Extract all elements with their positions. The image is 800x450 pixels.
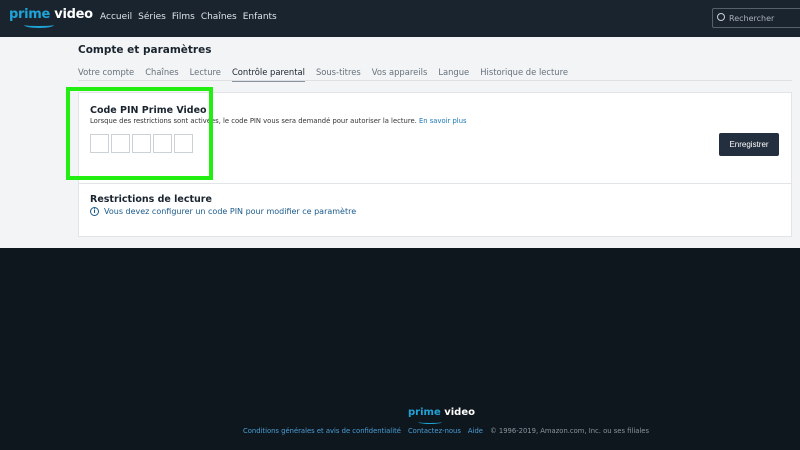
main-nav: Accueil Séries Films Chaînes Enfants: [100, 12, 277, 22]
nav-enfants[interactable]: Enfants: [243, 12, 277, 22]
nav-series[interactable]: Séries: [138, 12, 166, 22]
tabs-divider: [78, 80, 792, 81]
info-icon: i: [90, 207, 99, 216]
restrictions-info: i Vous devez configurer un code PIN pour …: [90, 207, 356, 216]
top-navigation-bar: prime video Accueil Séries Films Chaînes…: [0, 0, 800, 37]
highlight-box: [66, 87, 213, 180]
nav-accueil[interactable]: Accueil: [100, 12, 132, 22]
search-input[interactable]: Rechercher: [712, 8, 800, 28]
page-title: Compte et paramètres: [78, 44, 212, 56]
footer-logo-smile-icon: [418, 420, 442, 424]
learn-more-link[interactable]: En savoir plus: [419, 117, 467, 125]
section-divider: [79, 183, 791, 184]
search-icon: [717, 13, 725, 21]
contact-link[interactable]: Contactez-nous: [408, 427, 461, 435]
nav-films[interactable]: Films: [172, 12, 195, 22]
footer: prime video Conditions générales et avis…: [0, 248, 800, 450]
logo-smile-icon: [24, 22, 54, 28]
restrictions-title: Restrictions de lecture: [90, 194, 212, 205]
footer-links: Conditions générales et avis de confiden…: [243, 427, 649, 435]
copyright: © 1996-2019, Amazon.com, Inc. ou ses fil…: [489, 427, 650, 435]
prime-video-logo[interactable]: prime video: [9, 7, 93, 22]
help-link[interactable]: Aide: [468, 427, 483, 435]
terms-link[interactable]: Conditions générales et avis de confiden…: [243, 427, 401, 435]
footer-logo[interactable]: prime video: [408, 407, 475, 418]
nav-chaines[interactable]: Chaînes: [201, 12, 237, 22]
save-button[interactable]: Enregistrer: [719, 133, 779, 156]
